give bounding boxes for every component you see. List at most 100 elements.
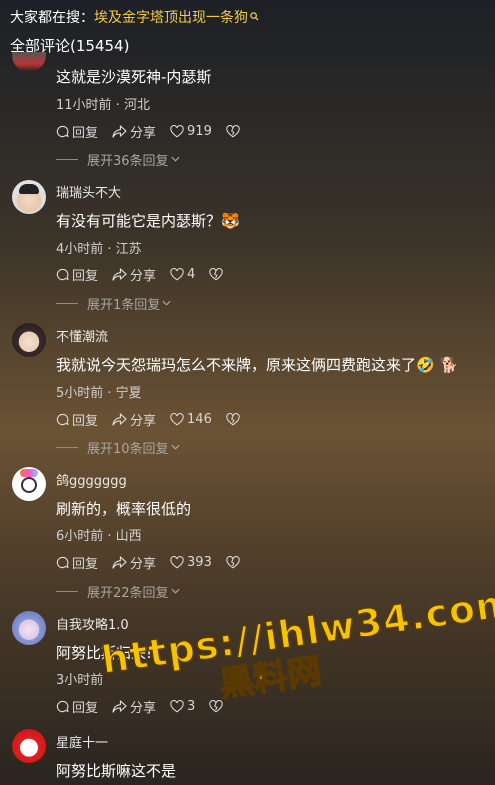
reply-icon bbox=[56, 268, 69, 281]
expand-replies-button[interactable]: 展开22条回复 bbox=[56, 582, 180, 601]
watermark: https://ihlw34.com 黑料网 bbox=[98, 580, 495, 706]
expand-replies-button[interactable]: 展开1条回复 bbox=[56, 294, 171, 313]
expand-label: 展开10条回复 bbox=[87, 442, 169, 457]
avatar[interactable] bbox=[12, 611, 46, 645]
comment-actions: 回复 分享 919 bbox=[56, 122, 257, 141]
comment-meta: 6小时前 · 山西 bbox=[56, 529, 142, 544]
avatar[interactable] bbox=[12, 467, 46, 501]
comment-text: 这就是沙漠死神-内瑟斯 bbox=[56, 68, 212, 86]
comment-actions: 回复 分享 146 bbox=[56, 410, 257, 429]
like-count: 393 bbox=[187, 555, 212, 570]
expand-label: 展开22条回复 bbox=[87, 586, 169, 601]
heart-icon bbox=[170, 413, 184, 426]
reply-icon bbox=[56, 700, 69, 713]
share-label: 分享 bbox=[130, 269, 157, 284]
comment-text: 阿努比斯嘛这不是 bbox=[56, 762, 177, 780]
like-button[interactable]: 919 bbox=[170, 124, 212, 139]
search-prefix: 大家都在搜： bbox=[10, 10, 94, 26]
dislike-button[interactable] bbox=[226, 556, 243, 569]
reply-button[interactable]: 回复 bbox=[56, 553, 98, 572]
expand-replies-button[interactable]: 展开10条回复 bbox=[56, 438, 180, 457]
comment-author[interactable]: 瑞瑞头不大 bbox=[56, 182, 121, 201]
comment-author[interactable]: 鸽ggggggg bbox=[56, 470, 127, 489]
chevron-down-icon bbox=[171, 154, 180, 165]
divider bbox=[56, 447, 78, 448]
share-icon bbox=[112, 413, 127, 426]
share-button[interactable]: 分享 bbox=[112, 410, 156, 429]
broken-heart-icon bbox=[209, 700, 223, 713]
broken-heart-icon bbox=[226, 556, 240, 569]
broken-heart-icon bbox=[226, 125, 240, 138]
expand-label: 展开1条回复 bbox=[87, 298, 161, 313]
like-count: 4 bbox=[187, 267, 196, 282]
dislike-button[interactable] bbox=[209, 700, 226, 713]
reply-label: 回复 bbox=[72, 269, 99, 284]
dislike-button[interactable] bbox=[226, 125, 243, 138]
reply-icon bbox=[56, 556, 69, 569]
share-button[interactable]: 分享 bbox=[112, 553, 156, 572]
comment-text: 刷新的，概率很低的 bbox=[56, 500, 192, 518]
share-label: 分享 bbox=[130, 414, 157, 429]
search-term-link[interactable]: 埃及金字塔顶出现一条狗 bbox=[94, 7, 248, 27]
comment-actions: 回复 分享 3 bbox=[56, 697, 240, 716]
reply-label: 回复 bbox=[72, 701, 99, 716]
reply-label: 回复 bbox=[72, 414, 99, 429]
like-count: 146 bbox=[187, 412, 212, 427]
comment-author[interactable]: 不懂潮流 bbox=[56, 326, 108, 345]
chevron-down-icon bbox=[171, 586, 180, 597]
heart-icon bbox=[170, 556, 184, 569]
like-button[interactable]: 146 bbox=[170, 412, 212, 427]
share-label: 分享 bbox=[130, 701, 157, 716]
like-button[interactable]: 4 bbox=[170, 267, 195, 282]
comment-author[interactable]: 自我攻略1.0 bbox=[56, 614, 129, 633]
share-icon bbox=[112, 268, 127, 281]
divider bbox=[56, 591, 78, 592]
dislike-button[interactable] bbox=[209, 268, 226, 281]
expand-label: 展开36条回复 bbox=[87, 154, 169, 169]
search-icon bbox=[250, 11, 259, 24]
avatar[interactable] bbox=[12, 52, 46, 72]
comment-text: 阿努比斯归来! bbox=[56, 644, 153, 662]
share-button[interactable]: 分享 bbox=[112, 265, 156, 284]
divider bbox=[56, 303, 78, 304]
share-button[interactable]: 分享 bbox=[112, 697, 156, 716]
heart-icon bbox=[170, 700, 184, 713]
heart-icon bbox=[170, 268, 184, 281]
expand-replies-button[interactable]: 展开36条回复 bbox=[56, 150, 180, 169]
share-icon bbox=[112, 700, 127, 713]
avatar[interactable] bbox=[12, 729, 46, 763]
chevron-down-icon bbox=[162, 298, 171, 309]
reply-button[interactable]: 回复 bbox=[56, 265, 98, 284]
comment-text: 我就说今天怨瑞玛怎么不来牌，原来这俩四费跑这来了🤣 🐕 bbox=[56, 356, 459, 374]
search-suggestion[interactable]: 大家都在搜： 埃及金字塔顶出现一条狗 bbox=[10, 7, 259, 27]
avatar[interactable] bbox=[12, 180, 46, 214]
avatar[interactable] bbox=[12, 323, 46, 357]
comment-actions: 回复 分享 4 bbox=[56, 265, 240, 284]
like-count: 3 bbox=[187, 699, 196, 714]
heart-icon bbox=[170, 125, 184, 138]
reply-button[interactable]: 回复 bbox=[56, 410, 98, 429]
dislike-button[interactable] bbox=[226, 413, 243, 426]
reply-button[interactable]: 回复 bbox=[56, 697, 98, 716]
like-button[interactable]: 3 bbox=[170, 699, 195, 714]
divider bbox=[56, 159, 78, 160]
comment-meta: 11小时前 · 河北 bbox=[56, 98, 150, 113]
share-button[interactable]: 分享 bbox=[112, 122, 156, 141]
comment-actions: 回复 分享 393 bbox=[56, 553, 257, 572]
broken-heart-icon bbox=[209, 268, 223, 281]
share-icon bbox=[112, 556, 127, 569]
share-icon bbox=[112, 125, 127, 138]
reply-button[interactable]: 回复 bbox=[56, 122, 98, 141]
reply-label: 回复 bbox=[72, 126, 99, 141]
reply-icon bbox=[56, 413, 69, 426]
comment-author[interactable]: 星庭十一 bbox=[56, 732, 108, 751]
broken-heart-icon bbox=[226, 413, 240, 426]
comment-text: 有没有可能它是内瑟斯？🐯 bbox=[56, 212, 240, 230]
like-count: 919 bbox=[187, 124, 212, 139]
comment-meta: 3小时前 bbox=[56, 673, 104, 688]
comment-meta: 4小时前 · 江苏 bbox=[56, 242, 142, 257]
reply-icon bbox=[56, 125, 69, 138]
chevron-down-icon bbox=[171, 442, 180, 453]
like-button[interactable]: 393 bbox=[170, 555, 212, 570]
share-label: 分享 bbox=[130, 557, 157, 572]
